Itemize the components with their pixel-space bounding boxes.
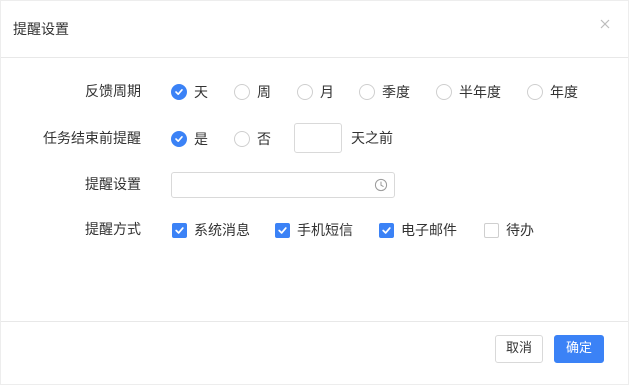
checkbox-label: 待办 bbox=[506, 223, 534, 239]
radio-remind-yes[interactable]: 是 bbox=[171, 126, 208, 152]
checkbox-label: 电子邮件 bbox=[401, 223, 457, 239]
checkbox-sms[interactable]: 手机短信 bbox=[275, 217, 353, 243]
checkbox[interactable] bbox=[484, 222, 499, 238]
checkbox[interactable] bbox=[379, 222, 394, 238]
radio-feedback-year[interactable]: 年度 bbox=[527, 79, 578, 105]
radio-button[interactable] bbox=[297, 84, 313, 100]
cancel-button[interactable]: 取消 bbox=[495, 335, 543, 363]
feedback-period-label: 反馈周期 bbox=[85, 84, 141, 100]
checkbox-todo[interactable]: 待办 bbox=[484, 217, 534, 243]
radio-label: 天 bbox=[194, 85, 208, 101]
checkbox-email[interactable]: 电子邮件 bbox=[379, 217, 457, 243]
remind-method-row: 提醒方式 系统消息 手机短信 电子邮件 待办 bbox=[1, 217, 628, 243]
radio-label: 否 bbox=[257, 132, 271, 148]
radio-feedback-week[interactable]: 周 bbox=[234, 79, 271, 105]
checkbox[interactable] bbox=[275, 222, 290, 238]
radio-button[interactable] bbox=[234, 84, 250, 100]
radio-button[interactable] bbox=[527, 84, 543, 100]
radio-label: 季度 bbox=[382, 85, 410, 101]
radio-button[interactable] bbox=[171, 131, 187, 147]
radio-button[interactable] bbox=[359, 84, 375, 100]
close-icon bbox=[600, 19, 610, 29]
days-before-input[interactable] bbox=[294, 123, 342, 153]
radio-label: 半年度 bbox=[459, 85, 501, 101]
radio-remind-no[interactable]: 否 bbox=[234, 126, 271, 152]
confirm-button[interactable]: 确定 bbox=[554, 335, 604, 363]
remind-before-end-row: 任务结束前提醒 是 否 天之前 bbox=[1, 123, 628, 153]
radio-feedback-halfyear[interactable]: 半年度 bbox=[436, 79, 501, 105]
dialog-title: 提醒设置 bbox=[13, 22, 69, 38]
radio-label: 是 bbox=[194, 132, 208, 148]
days-before-suffix: 天之前 bbox=[351, 131, 393, 147]
radio-label: 年度 bbox=[550, 85, 578, 101]
feedback-period-row: 反馈周期 天 周 月 季度 半年度 年度 bbox=[1, 79, 628, 105]
checkbox-label: 系统消息 bbox=[194, 223, 250, 239]
remind-setting-row: 提醒设置 bbox=[1, 172, 628, 198]
check-icon bbox=[175, 135, 183, 142]
radio-label: 月 bbox=[320, 85, 334, 101]
reminder-settings-dialog: 提醒设置 反馈周期 天 周 月 季度 半年度 年度 任务结束前提醒 是 否 天之… bbox=[0, 0, 629, 385]
radio-label: 周 bbox=[257, 85, 271, 101]
checkbox[interactable] bbox=[172, 222, 187, 238]
remind-method-label: 提醒方式 bbox=[85, 222, 141, 238]
dialog-header: 提醒设置 bbox=[1, 1, 628, 58]
footer-divider bbox=[1, 321, 628, 322]
checkbox-label: 手机短信 bbox=[297, 223, 353, 239]
radio-feedback-month[interactable]: 月 bbox=[297, 79, 334, 105]
check-icon bbox=[175, 226, 184, 234]
checkbox-system-message[interactable]: 系统消息 bbox=[172, 217, 250, 243]
clock-icon[interactable] bbox=[374, 178, 388, 192]
check-icon bbox=[278, 226, 287, 234]
check-icon bbox=[175, 88, 183, 95]
radio-feedback-quarter[interactable]: 季度 bbox=[359, 79, 410, 105]
close-button[interactable] bbox=[596, 15, 614, 33]
remind-setting-label: 提醒设置 bbox=[85, 177, 141, 193]
remind-before-end-label: 任务结束前提醒 bbox=[43, 131, 141, 147]
radio-button[interactable] bbox=[234, 131, 250, 147]
radio-feedback-day[interactable]: 天 bbox=[171, 79, 208, 105]
radio-button[interactable] bbox=[171, 84, 187, 100]
radio-button[interactable] bbox=[436, 84, 452, 100]
remind-time-picker[interactable] bbox=[171, 172, 395, 198]
check-icon bbox=[382, 226, 391, 234]
